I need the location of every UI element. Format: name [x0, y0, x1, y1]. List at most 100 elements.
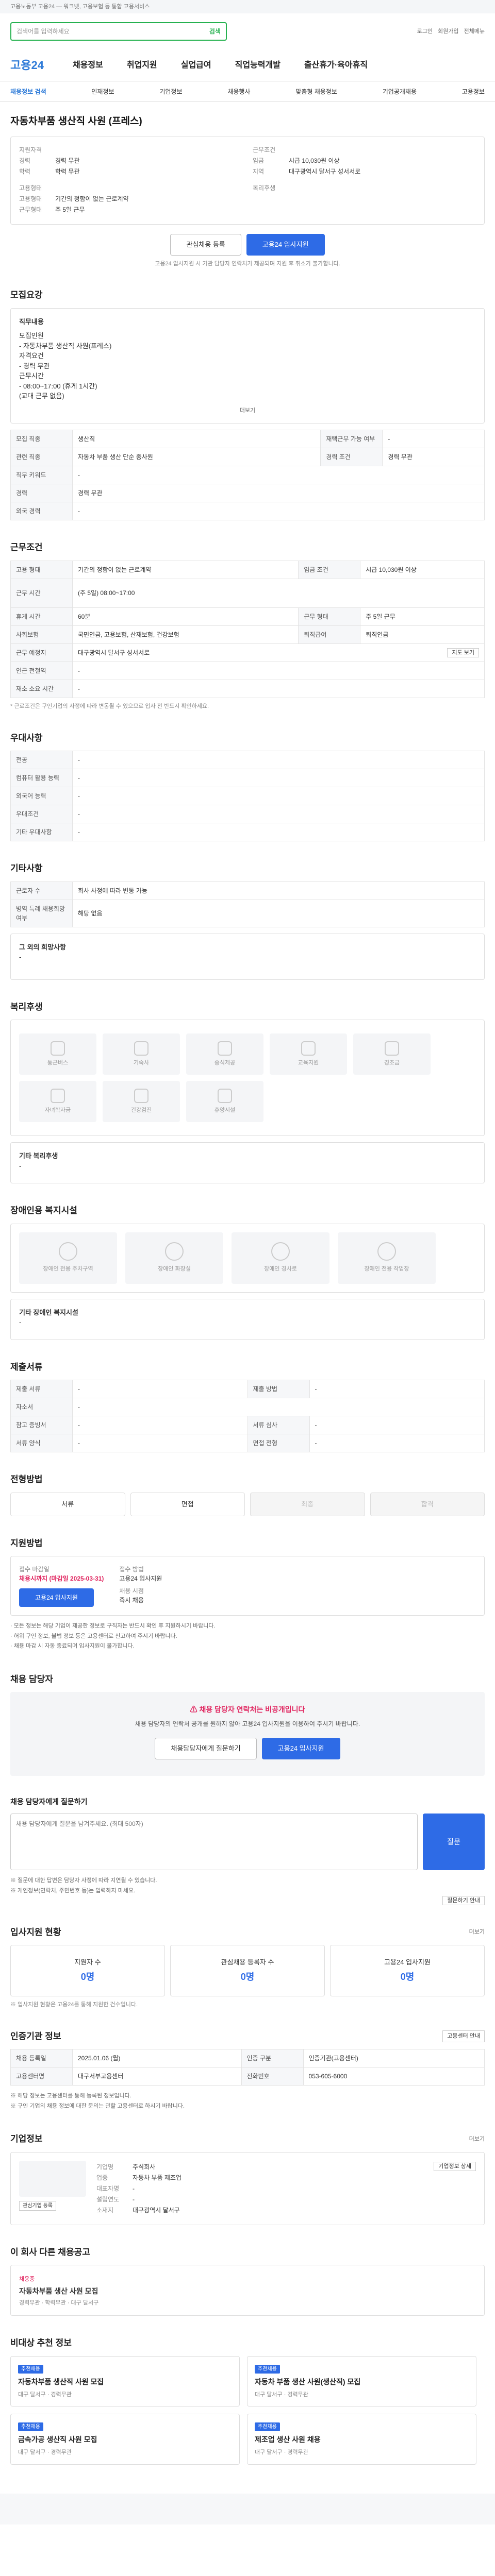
- welfare-label: 건강검진: [130, 1107, 152, 1113]
- recommend-card[interactable]: 추천채용 자동차부품 생산직 사원 모집 대구 달서구 · 경력무관: [10, 2355, 240, 2406]
- company-more-link[interactable]: 더보기: [469, 2135, 485, 2144]
- section-title: 지원방법: [10, 1538, 43, 1548]
- th: 고용 형태: [10, 560, 73, 579]
- th: 자소서: [10, 1398, 73, 1416]
- sub-nav-item[interactable]: 인재정보: [91, 87, 114, 96]
- td: 시급 10,030원 이상: [360, 560, 485, 579]
- th: 외국 경력: [10, 502, 73, 520]
- status-section: 입사지원 현황 더보기 지원자 수 0명 관심채용 등록자 수 0명 고용24 입사…: [0, 1913, 495, 2018]
- question-textarea[interactable]: [10, 1814, 418, 1870]
- cond-note: * 근로조건은 구인기업의 사정에 따라 변동될 수 있으므로 입사 전 반드시…: [10, 703, 209, 709]
- login-link[interactable]: 로그인: [417, 27, 433, 36]
- welfare-item: 경조금: [353, 1033, 431, 1075]
- duty-section: 모집요강 직무내용 모집인원 - 자동차부품 생산직 사원(프레스) 자격요건 …: [0, 276, 495, 529]
- site-logo[interactable]: 고용24: [10, 57, 44, 74]
- section-title: 복리후생: [10, 1002, 43, 1012]
- rec-title[interactable]: 제조업 생산 사원 채용: [255, 2434, 469, 2445]
- sub-nav-item[interactable]: 채용행사: [227, 87, 250, 96]
- sub-nav-item[interactable]: 고용정보: [462, 87, 485, 96]
- recommend-card[interactable]: 추천채용 제조업 생산 사원 채용 대구 달서구 · 경력무관: [247, 2414, 476, 2465]
- apply-section: 지원방법 접수 마감일 채용시까지 (마감일 2025-03-31) 고용24 …: [0, 1524, 495, 1660]
- welfare-etc: -: [19, 1162, 22, 1170]
- similar-card[interactable]: 채용중 자동차부품 생산 사원 모집 경력무관 · 학력무관 · 대구 달서구: [10, 2265, 485, 2316]
- rec-title[interactable]: 자동차부품 생산직 사원 모집: [18, 2377, 232, 2387]
- td: -: [72, 1398, 485, 1416]
- th: 제출 서류: [10, 1380, 73, 1398]
- manager-apply-button[interactable]: 고용24 입사지원: [261, 1738, 340, 1759]
- company-fav-button[interactable]: 관심기업 등록: [19, 2200, 56, 2211]
- nav-item[interactable]: 실업급여: [181, 59, 211, 72]
- section-title: 모집요강: [10, 290, 43, 300]
- meta: 경력무관: [19, 2299, 40, 2306]
- pref-table: 전공 - 컴퓨터 활용 능력 - 외국어 능력 - 우대조건 - 기타 우대사항 -: [10, 751, 485, 841]
- apply-bullet: · 허위 구인 정보, 불법 정보 등은 고용센터로 신고하여 주시기 바랍니다…: [10, 1633, 177, 1639]
- welfare-label: 자녀학자금: [44, 1107, 71, 1113]
- all-menu-link[interactable]: 전체메뉴: [464, 27, 485, 36]
- td: 퇴직연금: [360, 625, 485, 644]
- td: 해당 없음: [72, 899, 485, 927]
- td: -: [72, 751, 485, 769]
- td: -: [309, 1380, 485, 1398]
- sub-nav-item[interactable]: 기업공개채용: [383, 87, 417, 96]
- recommend-card[interactable]: 추천채용 금속가공 생산직 사원 모집 대구 달서구 · 경력무관: [10, 2414, 240, 2465]
- nav-item[interactable]: 취업지원: [127, 59, 157, 72]
- recruit-note: ※ 구인 기업의 채용 정보에 대한 문의는 관할 고용센터로 하시기 바랍니다…: [10, 2103, 185, 2109]
- sub-nav-item[interactable]: 채용정보 검색: [10, 87, 46, 96]
- qual-heading: 지원자격: [19, 146, 42, 154]
- nav-item[interactable]: 직업능력개발: [235, 59, 280, 72]
- apply-button[interactable]: 고용24 입사지원: [246, 233, 325, 256]
- stat-card: 지원자 수 0명: [10, 1945, 165, 1996]
- company-detail-button[interactable]: 기업정보 상세: [434, 2161, 476, 2171]
- stat-card: 고용24 입사지원 0명: [330, 1945, 485, 1996]
- apply-notice: 고용24 입사지원 시 기관 담당자 연락처가 제공되며 지원 후 취소가 불가…: [155, 260, 340, 267]
- duty-line: 자격요건: [19, 352, 44, 360]
- scrap-button[interactable]: 관심채용 등록: [170, 233, 241, 256]
- ask-manager-button[interactable]: 채용담당자에게 질문하기: [155, 1738, 257, 1759]
- rec-meta: 대구 달서구 · 경력무관: [18, 2449, 72, 2455]
- th: 기타 우대사항: [10, 823, 73, 841]
- apply-button-bottom[interactable]: 고용24 입사지원: [19, 1588, 94, 1607]
- th: 병역 특례 채용희망 여부: [10, 899, 73, 927]
- restroom-icon: [165, 1242, 184, 1261]
- question-submit-button[interactable]: 질문: [423, 1814, 485, 1870]
- th: 우대조건: [10, 805, 73, 823]
- cond-heading: 근무조건: [253, 146, 276, 154]
- cond-section: 근무조건 고용 형태 기간의 정함이 없는 근로계약 임금 조건 시급 10,030원…: [0, 529, 495, 719]
- util-menu: 로그인 회원가입 전체메뉴: [417, 27, 485, 36]
- qa-guide-button[interactable]: 질문하기 안내: [442, 1896, 485, 1905]
- welfare-label: 경조금: [384, 1059, 400, 1066]
- duty-table: 모집 직종 생산직 재택근무 가능 여부 - 관련 직종 자동차 부품 생산 단순 종사…: [10, 430, 485, 520]
- manager-desc: 채용 담당자의 연락처 공개를 원하지 않아 고용24 입사지원을 이용하여 주…: [135, 1720, 360, 1727]
- section-title: 인증기관 정보: [10, 2031, 61, 2041]
- signup-link[interactable]: 회원가입: [438, 27, 458, 36]
- nav-item[interactable]: 채용정보: [73, 59, 103, 72]
- sub-nav-item[interactable]: 맞춤형 채용정보: [295, 87, 337, 96]
- rec-title[interactable]: 금속가공 생산직 사원 모집: [18, 2434, 232, 2445]
- similar-badge: 채용중: [19, 2276, 35, 2282]
- map-button[interactable]: 지도 보기: [447, 648, 479, 657]
- th: 임금 조건: [298, 560, 361, 579]
- duty-line: (교대 근무 없음): [19, 392, 64, 400]
- duty-box: 직무내용 모집인원 - 자동차부품 생산직 사원(프레스) 자격요건 - 경력 …: [10, 308, 485, 423]
- disability-item: 장애인 전용 작업장: [338, 1232, 436, 1284]
- manager-section: 채용 담당자 ⚠ 채용 담당자 연락처는 비공개입니다 채용 담당자의 연락처 …: [0, 1660, 495, 1785]
- td: -: [309, 1434, 485, 1452]
- rec-title[interactable]: 자동차 부품 생산 사원(생산직) 모집: [255, 2377, 469, 2387]
- td: -: [72, 1416, 248, 1434]
- similar-title[interactable]: 자동차부품 생산 사원 모집: [19, 2286, 476, 2297]
- apply-method: 고용24 입사지원: [119, 1575, 162, 1582]
- center-info-button[interactable]: 고용센터 안내: [442, 2030, 485, 2042]
- search-button[interactable]: 검색: [209, 27, 221, 36]
- apply-method-label: 접수 방법: [119, 1566, 144, 1573]
- search-input[interactable]: 검색어를 입력하세요 검색: [10, 22, 227, 41]
- sub-nav-item[interactable]: 기업정보: [159, 87, 182, 96]
- status-more-link[interactable]: 더보기: [469, 1928, 485, 1937]
- duty-line: - 08:00~17:00 (휴게 1시간): [19, 382, 97, 390]
- section-title: 기타사항: [10, 863, 43, 873]
- more-button[interactable]: 더보기: [19, 406, 476, 415]
- welfare-label: 교육지원: [298, 1059, 319, 1066]
- recommend-card[interactable]: 추천채용 자동차 부품 생산 사원(생산직) 모집 대구 달서구 · 경력무관: [247, 2355, 476, 2406]
- nav-item[interactable]: 출산휴가·육아휴직: [304, 59, 368, 72]
- th: 퇴직급여: [298, 625, 361, 644]
- th: 고용센터명: [10, 2067, 73, 2086]
